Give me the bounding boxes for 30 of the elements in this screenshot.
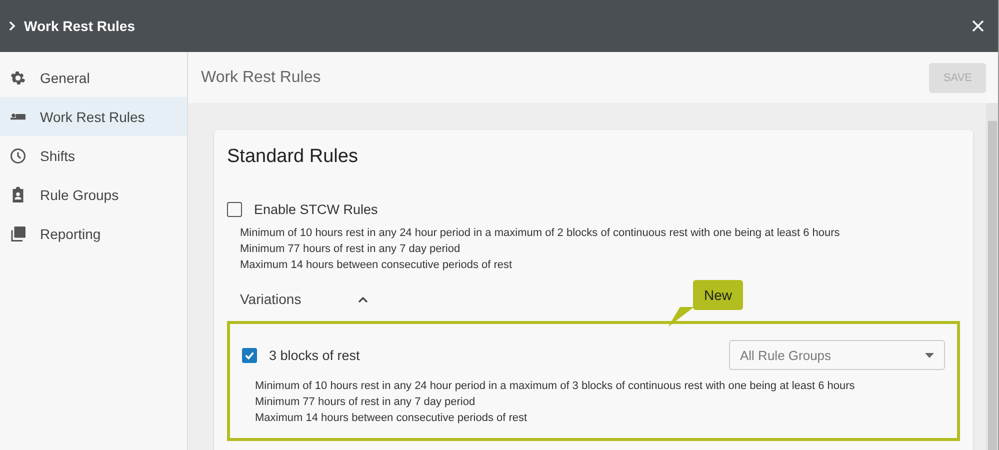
sidebar-item[interactable]: Work Rest Rules bbox=[0, 97, 187, 136]
rule-text: Minimum 77 hours of rest in any 7 day period bbox=[240, 243, 462, 255]
settings-icon bbox=[9, 68, 27, 86]
section-label: Variations bbox=[240, 291, 302, 307]
rule-text: Minimum 77 hours of rest in any 7 day period bbox=[255, 396, 476, 408]
checkbox-label: Enable STCW Rules bbox=[254, 202, 378, 217]
chevron-right-icon[interactable] bbox=[8, 21, 16, 31]
sidebar-item[interactable]: General bbox=[0, 58, 187, 97]
dropdown[interactable]: All Rule Groups bbox=[729, 340, 945, 370]
card-title: Standard Rules bbox=[227, 146, 359, 168]
rule-text: Maximum 14 hours between consecutive periods of rest bbox=[240, 259, 514, 271]
callout-label: New bbox=[693, 280, 744, 310]
check-icon bbox=[244, 350, 255, 360]
checkbox-label: 3 blocks of rest bbox=[269, 348, 360, 362]
checkbox[interactable] bbox=[242, 348, 257, 362]
close-icon[interactable] bbox=[972, 20, 984, 32]
scrollbar-thumb[interactable] bbox=[988, 121, 996, 450]
sidebar-item[interactable]: Reporting bbox=[0, 214, 187, 253]
sidebar-item[interactable]: Shifts bbox=[0, 136, 187, 175]
sidebar-item[interactable]: Rule Groups bbox=[0, 175, 187, 214]
window-title: Work Rest Rules bbox=[24, 18, 136, 34]
checkbox[interactable] bbox=[227, 202, 242, 217]
rule-text: Minimum of 10 hours rest in any 24 hour period in a maximum of 2 blocks of continuous rest with one being at least 6 hours bbox=[240, 227, 841, 239]
pdf-icon bbox=[9, 224, 27, 242]
clock-icon bbox=[9, 146, 27, 164]
chevron-up-icon[interactable] bbox=[358, 296, 368, 302]
page-title: Work Rest Rules bbox=[201, 68, 321, 86]
caret-icon bbox=[925, 352, 934, 358]
rule-text: Minimum of 10 hours rest in any 24 hour period in a maximum of 3 blocks of continuous rest with one being at least 6 hours bbox=[255, 380, 856, 392]
rule-text: Maximum 14 hours between consecutive periods of rest bbox=[255, 412, 528, 424]
